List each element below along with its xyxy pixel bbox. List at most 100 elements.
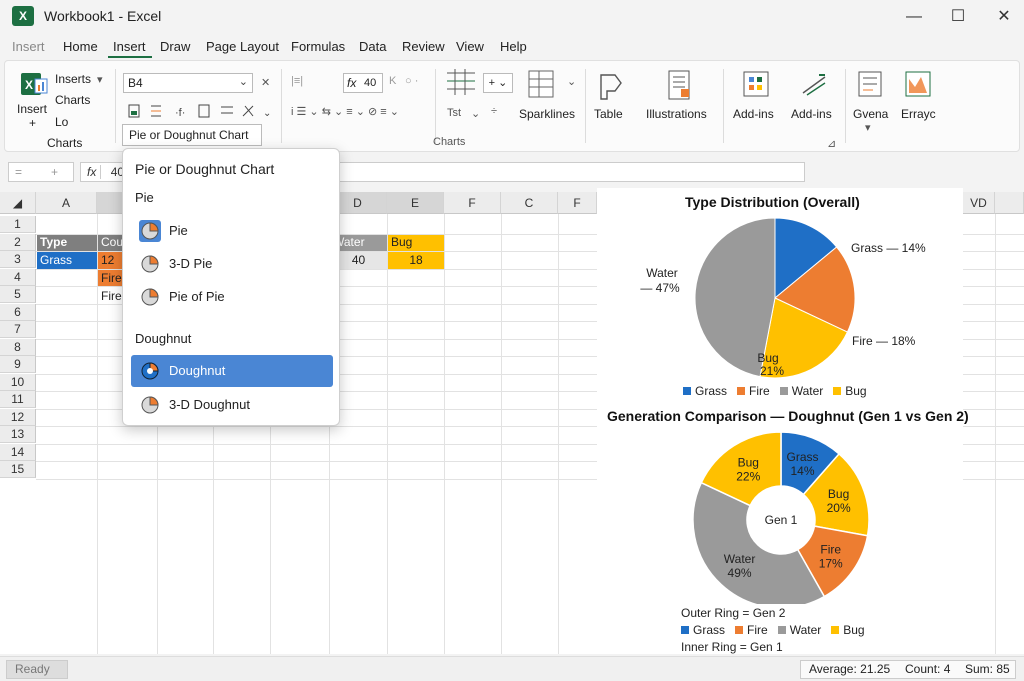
charts-small-button[interactable]: Charts xyxy=(55,93,90,107)
menu-item-doughnut[interactable]: Doughnut xyxy=(131,355,333,387)
name-box[interactable]: B4 ⌄ xyxy=(123,73,253,93)
column-header-c[interactable]: C xyxy=(501,192,558,214)
cell-a2[interactable]: Grass xyxy=(37,252,97,269)
menu-bar: Insert Home Insert Draw Page Layout Form… xyxy=(0,36,1024,58)
legend-item: Grass xyxy=(681,623,725,637)
chevron-down-icon[interactable]: ⌄ xyxy=(239,75,248,88)
menu-view[interactable]: View xyxy=(456,39,484,54)
row-header[interactable]: 7 xyxy=(0,321,36,338)
row-header[interactable]: 5 xyxy=(0,286,36,303)
align-icon[interactable]: |≡| xyxy=(291,75,303,87)
gvena-button[interactable]: Gvena xyxy=(853,107,888,121)
svg-text:X: X xyxy=(25,78,33,92)
charts-panel[interactable]: Type Distribution (Overall) Grass — 14% F… xyxy=(597,188,969,654)
dialog-launcher-icon[interactable]: ⊿ xyxy=(827,137,836,150)
menu-help[interactable]: Help xyxy=(500,39,527,54)
column-header-a[interactable]: A xyxy=(36,192,97,214)
column-header-f2[interactable]: F xyxy=(558,192,597,214)
menu-review[interactable]: Review xyxy=(402,39,445,54)
bold-k-icon[interactable]: K xyxy=(389,75,396,87)
table-button[interactable]: Table xyxy=(594,107,623,121)
doughnut-chart[interactable]: Grass14%Bug20%Fire17%Water49%Bug22%Gen 1 xyxy=(597,428,963,604)
cell-e2[interactable]: 18 xyxy=(388,252,444,269)
row-header[interactable]: 13 xyxy=(0,426,36,443)
cell-reference-box[interactable]: = + xyxy=(8,162,74,182)
divide-icon[interactable]: ÷ xyxy=(491,105,497,117)
close-icon[interactable]: ✕ xyxy=(261,76,270,89)
menu-item-label: Doughnut xyxy=(169,363,226,378)
errayc-icon[interactable] xyxy=(903,69,933,99)
grid-chart-icon[interactable] xyxy=(445,69,477,97)
tst-button[interactable]: Tst xyxy=(447,107,461,119)
gvena-icon[interactable] xyxy=(855,69,885,99)
row-header[interactable]: 6 xyxy=(0,303,36,321)
legend-swatch xyxy=(777,626,786,634)
pie-3d-icon xyxy=(141,255,159,273)
addins-chart-icon[interactable] xyxy=(799,69,829,99)
row-header[interactable]: 15 xyxy=(0,461,36,478)
menu-draw[interactable]: Draw xyxy=(160,39,190,54)
menu-data[interactable]: Data xyxy=(359,39,386,54)
illustrations-icon[interactable] xyxy=(665,69,695,103)
row-header[interactable]: 9 xyxy=(0,356,36,373)
menu-item-pie[interactable]: Pie xyxy=(131,215,333,247)
insert-chart-icon[interactable]: X xyxy=(19,69,49,99)
column-header-e[interactable]: E xyxy=(387,192,444,214)
cell-a1[interactable]: Type xyxy=(37,234,97,251)
chevron-down-icon[interactable]: ▾ xyxy=(865,121,871,134)
menu-home[interactable]: Home xyxy=(63,39,98,54)
row-header[interactable]: 12 xyxy=(0,408,36,426)
sparklines-icon[interactable] xyxy=(527,69,557,99)
row-header[interactable]: 14 xyxy=(0,443,36,461)
select-all-corner[interactable]: ◢ xyxy=(0,192,36,214)
table-icon[interactable] xyxy=(595,71,625,101)
cell-e1[interactable]: Bug xyxy=(388,234,444,251)
maximize-button[interactable]: ☐ xyxy=(938,4,978,30)
ribbon-separator xyxy=(585,69,586,143)
menu-item-3d-doughnut[interactable]: 3-D Doughnut xyxy=(131,389,333,421)
minimize-button[interactable]: — xyxy=(894,4,934,30)
legend-swatch xyxy=(681,626,689,634)
insert-button-label[interactable]: Insert xyxy=(17,102,47,116)
menu-insert-dim[interactable]: Insert xyxy=(12,39,45,54)
doughnut-slice-water[interactable] xyxy=(692,481,826,604)
pie-chart[interactable]: Grass — 14% Fire — 18% Bug21% Water— 47% xyxy=(597,212,963,382)
menu-item-pie-of-pie[interactable]: Pie of Pie xyxy=(131,281,333,313)
close-button[interactable]: ✕ xyxy=(984,4,1024,30)
paragraph-icons[interactable]: i ☰ ⌄ ⇆ ⌄ ≡ ⌄ ⊘ ≡ ⌄ xyxy=(291,105,399,118)
pie-section-heading: Pie xyxy=(135,190,154,205)
errayc-button[interactable]: Errayc xyxy=(901,107,936,121)
addins-button-2[interactable]: Add-ins xyxy=(791,107,832,121)
fx-box[interactable]: fx 40 xyxy=(343,73,383,93)
chevron-down-icon[interactable]: ⌄ xyxy=(567,75,576,88)
menu-item-label: Pie xyxy=(169,223,188,238)
row-header[interactable]: 4 xyxy=(0,268,36,286)
menu-insert[interactable]: Insert xyxy=(113,39,146,54)
row-header[interactable]: 8 xyxy=(0,338,36,356)
pie-label-fire: Fire — 18% xyxy=(852,334,916,348)
menu-formulas[interactable]: Formulas xyxy=(291,39,345,54)
circle-icon[interactable]: ○ · xyxy=(405,75,418,87)
lo-button[interactable]: Lo xyxy=(55,115,68,129)
row-header[interactable]: 11 xyxy=(0,391,36,408)
format-toolbar-icons[interactable]: ·f· ⌄ xyxy=(125,101,275,123)
menu-page-layout[interactable]: Page Layout xyxy=(206,39,279,54)
column-header-f[interactable]: F xyxy=(444,192,501,214)
addins-button-1[interactable]: Add-ins xyxy=(733,107,774,121)
status-summary[interactable]: Average: 21.25 Count: 4 Sum: 85 xyxy=(800,660,1016,679)
row-header[interactable]: 1 xyxy=(0,216,36,233)
menu-item-3d-pie[interactable]: 3-D Pie xyxy=(131,248,333,280)
row-header[interactable]: 2 xyxy=(0,233,36,251)
chevron-down-icon[interactable]: ⌄ xyxy=(471,107,480,120)
plus-icon[interactable]: + xyxy=(51,165,58,179)
row-header[interactable]: 3 xyxy=(0,251,36,268)
column-header-vd[interactable]: VD xyxy=(963,192,995,214)
inserts-dropdown[interactable]: Inserts xyxy=(55,72,91,86)
addins-store-icon[interactable] xyxy=(741,69,771,99)
illustrations-button[interactable]: Illustrations xyxy=(646,107,707,121)
row-header[interactable]: 10 xyxy=(0,373,36,391)
doughnut-label-pct: 22% xyxy=(736,470,760,484)
sparklines-button[interactable]: Sparklines xyxy=(519,107,575,121)
column-header-blank[interactable] xyxy=(995,192,1024,214)
plus-dropdown[interactable]: + ⌄ xyxy=(483,73,513,93)
